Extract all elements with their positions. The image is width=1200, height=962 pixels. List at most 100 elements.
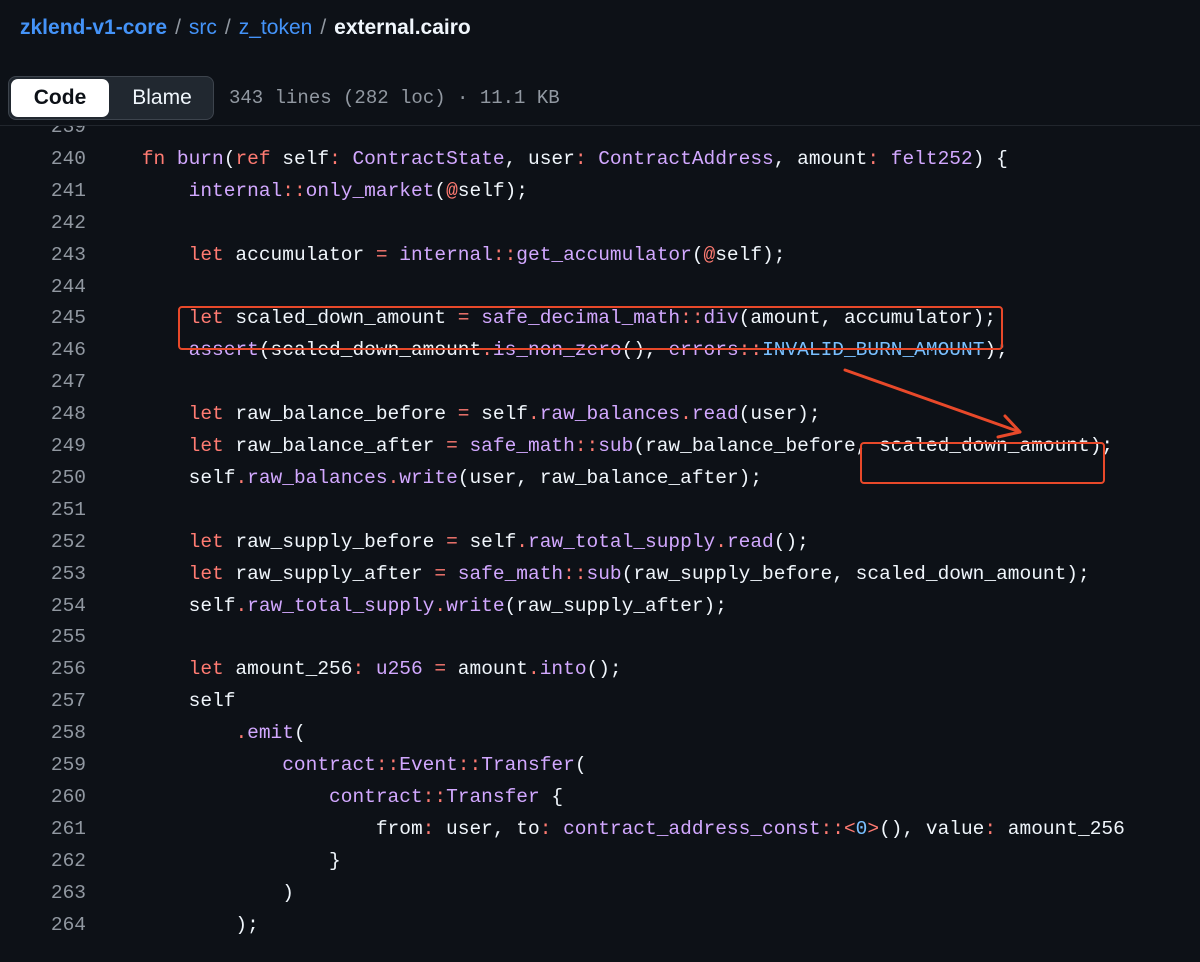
code-token: safe_math — [469, 435, 575, 457]
code-text: contract::Transfer { — [95, 781, 563, 813]
code-token: = — [457, 403, 470, 426]
code-text: let accumulator = internal::get_accumula… — [95, 239, 786, 271]
code-token: (), value — [879, 817, 985, 840]
annotation-box-scaled-down-amount-usage — [860, 442, 1105, 484]
code-text: let amount_256: u256 = amount.into(); — [95, 653, 622, 685]
code-text: ) — [95, 877, 294, 909]
code-token: write — [446, 594, 505, 617]
code-token: @ — [703, 243, 716, 266]
code-line: 244 — [0, 271, 1200, 303]
line-number[interactable]: 259 — [30, 749, 86, 781]
line-number[interactable]: 249 — [30, 430, 86, 462]
code-token: from — [95, 817, 423, 840]
code-token: amount_256 — [996, 817, 1125, 840]
code-text: from: user, to: contract_address_const::… — [95, 813, 1125, 845]
code-token: . — [235, 594, 248, 617]
code-token: = — [375, 243, 388, 266]
code-token: into — [539, 658, 587, 681]
line-number[interactable]: 264 — [30, 909, 86, 941]
code-token: self — [457, 530, 517, 553]
line-number[interactable]: 239 — [30, 126, 86, 143]
code-token: sub — [586, 562, 622, 585]
annotation-box-scaled-down-amount-definition — [178, 306, 1003, 350]
code-token: . — [680, 403, 692, 426]
tab-code[interactable]: Code — [11, 79, 109, 117]
line-number[interactable]: 251 — [30, 494, 86, 526]
line-number[interactable]: 246 — [30, 334, 86, 366]
code-token: raw_total_supply — [528, 530, 716, 553]
line-number[interactable]: 243 — [30, 239, 86, 271]
breadcrumb-separator: / — [175, 16, 181, 39]
line-number[interactable]: 244 — [30, 271, 86, 303]
code-token: (user); — [738, 403, 821, 426]
line-number[interactable]: 245 — [30, 302, 86, 334]
code-token: raw_supply_before — [223, 530, 447, 553]
code-token: (raw_supply_before, scaled_down_amount); — [621, 562, 1090, 585]
line-number[interactable]: 253 — [30, 558, 86, 590]
line-number[interactable]: 263 — [30, 877, 86, 909]
file-stats: 343 lines (282 loc) · 11.1 KB — [229, 87, 560, 109]
code-text: self.raw_total_supply.write(raw_supply_a… — [95, 590, 727, 622]
code-token: read — [691, 403, 739, 426]
line-number[interactable]: 260 — [30, 781, 86, 813]
line-number[interactable]: 258 — [30, 717, 86, 749]
code-text: let raw_supply_after = safe_math::sub(ra… — [95, 558, 1090, 590]
line-number[interactable]: 254 — [30, 590, 86, 622]
view-mode-toggle: Code Blame — [8, 76, 214, 120]
code-token: let — [188, 530, 224, 553]
code-token: ); — [95, 913, 259, 936]
code-token: u256 — [375, 658, 423, 681]
line-number[interactable]: 256 — [30, 653, 86, 685]
code-line: 252 let raw_supply_before = self.raw_tot… — [0, 526, 1200, 558]
line-number[interactable]: 255 — [30, 621, 86, 653]
code-token: :: — [574, 435, 599, 457]
line-number[interactable]: 247 — [30, 366, 86, 398]
breadcrumb-repo-link[interactable]: zklend-v1-core — [20, 16, 167, 40]
code-token: write — [399, 466, 458, 489]
line-number[interactable]: 261 — [30, 813, 86, 845]
code-token: (user, raw_balance_after); — [457, 466, 763, 489]
tab-blame[interactable]: Blame — [113, 79, 211, 117]
code-token: raw_total_supply — [247, 594, 435, 617]
code-token: : — [539, 817, 552, 840]
code-token: . — [528, 403, 540, 426]
code-token: amount — [446, 658, 529, 681]
line-number[interactable]: 262 — [30, 845, 86, 877]
code-token: . — [387, 466, 400, 489]
code-line: 239 — [0, 126, 1200, 143]
line-number[interactable]: 242 — [30, 207, 86, 239]
code-token: only_market — [305, 179, 435, 202]
code-token: Transfer — [481, 754, 575, 776]
code-token: let — [188, 562, 224, 585]
code-token: raw_supply_after — [223, 562, 435, 585]
breadcrumb-separator: / — [320, 16, 327, 39]
breadcrumb-z-token-link[interactable]: z_token — [239, 16, 313, 40]
code-token: : — [867, 147, 880, 170]
code-token: let — [188, 435, 224, 457]
code-token: > — [867, 817, 880, 840]
code-token: raw_balances — [247, 466, 388, 489]
code-token: : — [352, 658, 365, 681]
breadcrumb-current-file: external.cairo — [334, 16, 471, 39]
line-number[interactable]: 241 — [30, 175, 86, 207]
line-number[interactable]: 257 — [30, 685, 86, 717]
code-token: self); — [715, 243, 786, 266]
breadcrumb-src-link[interactable]: src — [189, 16, 217, 40]
line-number[interactable]: 240 — [30, 143, 86, 175]
line-number[interactable]: 252 — [30, 526, 86, 558]
code-line: 253 let raw_supply_after = safe_math::su… — [0, 558, 1200, 590]
code-token: let — [188, 403, 224, 426]
code-line: 255 — [0, 621, 1200, 653]
line-number[interactable]: 248 — [30, 398, 86, 430]
line-number[interactable]: 250 — [30, 462, 86, 494]
code-token: ( — [434, 179, 447, 202]
code-token: ) — [95, 881, 294, 904]
